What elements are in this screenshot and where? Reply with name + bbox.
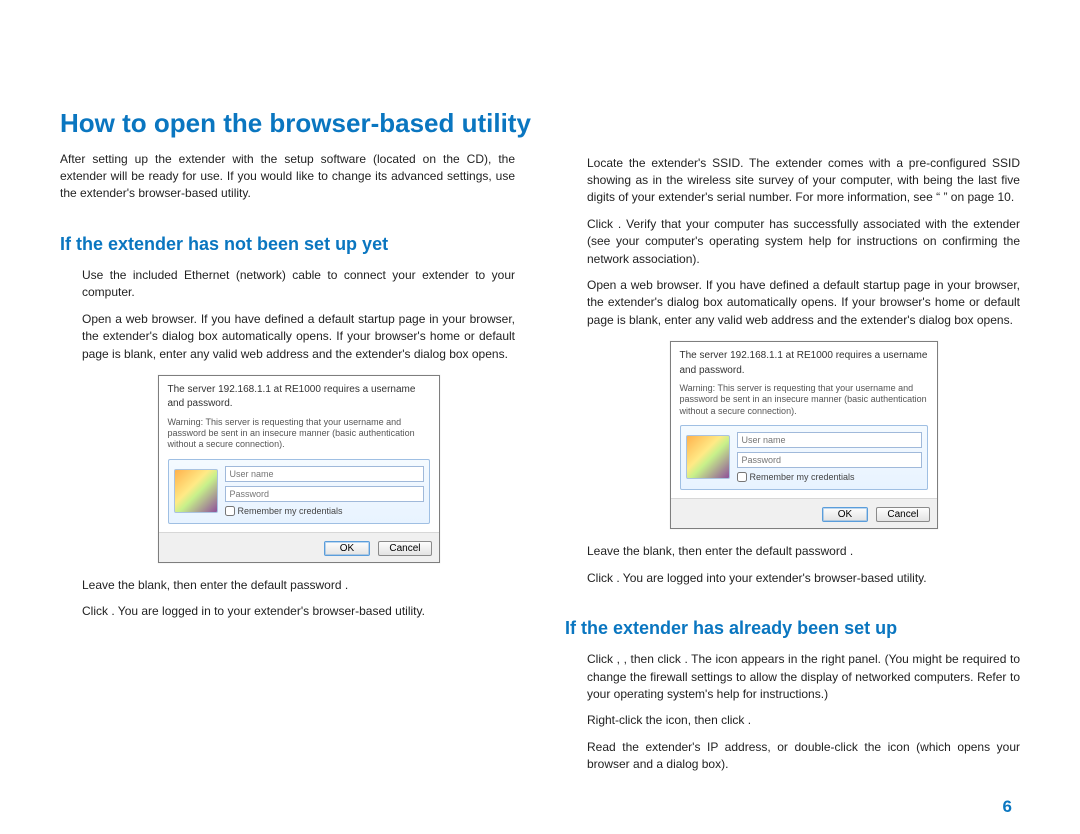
left-steps: Use the included Ethernet (network) cabl… bbox=[60, 267, 515, 621]
content-columns: After setting up the extender with the s… bbox=[60, 151, 1020, 783]
page-title: How to open the browser-based utility bbox=[60, 105, 1020, 143]
right-column: Locate the extender's SSID. The extender… bbox=[565, 151, 1020, 783]
page-number: 6 bbox=[1003, 795, 1012, 820]
text: . bbox=[345, 578, 348, 592]
left-step-3: Leave the blank, then enter the default … bbox=[82, 577, 515, 594]
text: ” on page 10. bbox=[943, 190, 1014, 204]
right-steps-2: Click , , then click . The icon appears … bbox=[565, 651, 1020, 773]
password-field[interactable] bbox=[225, 486, 424, 502]
remember-checkbox[interactable] bbox=[225, 506, 235, 516]
username-field[interactable] bbox=[225, 466, 424, 482]
dialog-warning: Warning: This server is requesting that … bbox=[680, 383, 928, 417]
left-column: After setting up the extender with the s… bbox=[60, 151, 515, 783]
left-step-2: Open a web browser. If you have defined … bbox=[82, 311, 515, 363]
remember-credentials[interactable]: Remember my credentials bbox=[225, 505, 424, 518]
remember-label: Remember my credentials bbox=[750, 471, 855, 484]
remember-checkbox[interactable] bbox=[737, 472, 747, 482]
password-field[interactable] bbox=[737, 452, 922, 468]
avatar-icon bbox=[686, 435, 730, 479]
text: in the wireless site survey of your comp… bbox=[653, 173, 924, 187]
text: . You are logged in to your extender's b… bbox=[111, 604, 425, 618]
text: dialog box opens. bbox=[414, 347, 508, 361]
text: dialog box opens. bbox=[919, 313, 1013, 327]
right2-step-1: Click , , then click . The icon appears … bbox=[587, 651, 1020, 703]
auth-dialog-left: The server 192.168.1.1 at RE1000 require… bbox=[158, 375, 440, 563]
right-step-5: Click . You are logged into your extende… bbox=[587, 570, 1020, 587]
text: Right-click the bbox=[587, 713, 666, 727]
cancel-button[interactable]: Cancel bbox=[876, 507, 929, 522]
right-step-2: Click . Verify that your computer has su… bbox=[587, 216, 1020, 268]
text: , then click bbox=[624, 652, 685, 666]
text: . Verify that your computer has successf… bbox=[587, 217, 1020, 266]
text: dialog box). bbox=[666, 757, 728, 771]
remember-credentials[interactable]: Remember my credentials bbox=[737, 471, 922, 484]
section-not-setup-heading: If the extender has not been set up yet bbox=[60, 231, 515, 257]
right2-step-3: Read the extender's IP address, or doubl… bbox=[587, 739, 1020, 774]
text: . bbox=[850, 544, 853, 558]
text: blank, then enter the default password bbox=[138, 578, 345, 592]
text: . You are logged into your extender's br… bbox=[616, 571, 926, 585]
right-steps: Locate the extender's SSID. The extender… bbox=[565, 151, 1020, 587]
dialog-button-bar: OK Cancel bbox=[159, 532, 439, 562]
right-step-1: Locate the extender's SSID. The extender… bbox=[587, 155, 1020, 207]
ok-button[interactable]: OK bbox=[822, 507, 868, 522]
text: Click bbox=[587, 571, 616, 585]
text: . bbox=[748, 713, 751, 727]
text: , bbox=[617, 652, 624, 666]
dialog-warning: Warning: This server is requesting that … bbox=[168, 417, 430, 451]
right-step-4: Leave the blank, then enter the default … bbox=[587, 543, 1020, 560]
text: Leave the bbox=[587, 544, 643, 558]
username-field[interactable] bbox=[737, 432, 922, 448]
auth-dialog-right: The server 192.168.1.1 at RE1000 require… bbox=[670, 341, 938, 529]
remember-label: Remember my credentials bbox=[238, 505, 343, 518]
section-already-setup-heading: If the extender has already been set up bbox=[565, 615, 1020, 641]
text: Leave the bbox=[82, 578, 138, 592]
intro-paragraph: After setting up the extender with the s… bbox=[60, 151, 515, 203]
text: blank, then enter the default password bbox=[643, 544, 850, 558]
dialog-title: The server 192.168.1.1 at RE1000 require… bbox=[168, 383, 430, 412]
ok-button[interactable]: OK bbox=[324, 541, 370, 556]
dialog-button-bar: OK Cancel bbox=[671, 498, 937, 528]
right2-step-2: Right-click the icon, then click . bbox=[587, 712, 1020, 729]
credentials-box: Remember my credentials bbox=[680, 425, 928, 490]
credentials-box: Remember my credentials bbox=[168, 459, 430, 524]
text: Click bbox=[587, 652, 617, 666]
left-step-1: Use the included Ethernet (network) cabl… bbox=[82, 267, 515, 302]
avatar-icon bbox=[174, 469, 218, 513]
text: Read the extender's IP address, or doubl… bbox=[587, 740, 1020, 771]
dialog-title: The server 192.168.1.1 at RE1000 require… bbox=[680, 349, 928, 378]
text: Click bbox=[82, 604, 111, 618]
text: icon, then click bbox=[666, 713, 748, 727]
text: Click bbox=[587, 217, 618, 231]
left-step-4: Click . You are logged in to your extend… bbox=[82, 603, 515, 620]
cancel-button[interactable]: Cancel bbox=[378, 541, 431, 556]
right-step-3: Open a web browser. If you have defined … bbox=[587, 277, 1020, 329]
